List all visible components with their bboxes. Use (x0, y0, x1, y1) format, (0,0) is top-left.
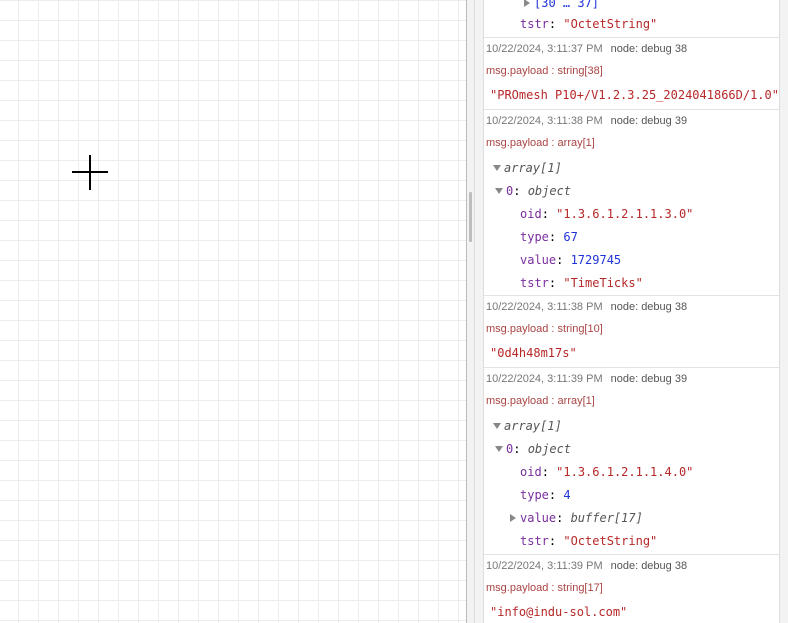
array-range-label: [30 … 37] (534, 0, 600, 10)
property-key: oid (520, 465, 542, 479)
collapsed-array-row[interactable]: [30 … 37] (524, 0, 599, 10)
property-row: type: 4 (520, 488, 571, 502)
debug-message: 10/22/2024, 3:11:39 PM node: debug 38 msg… (484, 555, 779, 623)
message-meta: 10/22/2024, 3:11:37 PM node: debug 38 (486, 43, 687, 55)
property-key: tstr (520, 276, 549, 290)
property-key: tstr (520, 17, 549, 31)
property-value: buffer[17] (570, 511, 643, 525)
property-row: type: 67 (520, 230, 578, 244)
collapsed-property-row[interactable]: value: buffer[17] (510, 511, 643, 525)
debug-message: 10/22/2024, 3:11:38 PM node: debug 38 msg… (484, 296, 779, 368)
collapse-caret-icon[interactable] (493, 164, 501, 171)
property-row: tstr: "OctetString" (520, 534, 658, 548)
message-topic: msg.payload : array[1] (486, 137, 595, 149)
property-key: tstr (520, 534, 549, 548)
property-value: 4 (563, 488, 571, 502)
array-type-label: array[1] (504, 161, 562, 175)
object-header-row[interactable]: 0: object (495, 184, 571, 198)
property-row: oid: "1.3.6.1.2.1.1.4.0" (520, 465, 694, 479)
property-row: oid: "1.3.6.1.2.1.1.3.0" (520, 207, 694, 221)
property-value: "OctetString" (563, 534, 658, 548)
property-value: "1.3.6.1.2.1.1.4.0" (556, 465, 694, 479)
property-value: 1729745 (570, 253, 622, 267)
message-topic: msg.payload : string[10] (486, 323, 603, 335)
property-value: "OctetString" (563, 17, 658, 31)
property-row: value: 1729745 (520, 253, 622, 267)
expand-caret-icon[interactable] (524, 0, 530, 7)
object-index: 0 (506, 442, 514, 456)
message-node-link[interactable]: node: debug 39 (611, 373, 687, 385)
property-value: "TimeTicks" (563, 276, 643, 290)
property-row: tstr: "TimeTicks" (520, 276, 643, 290)
message-string-value: "info@indu-sol.com" (490, 605, 628, 619)
object-index: 0 (506, 184, 514, 198)
debug-message: 10/22/2024, 3:11:37 PM node: debug 38 msg… (484, 38, 779, 110)
array-header-row[interactable]: array[1] (493, 419, 562, 433)
message-meta: 10/22/2024, 3:11:38 PM node: debug 39 (486, 115, 687, 127)
collapse-caret-icon[interactable] (493, 422, 501, 429)
crosshair-cursor-icon (72, 155, 108, 190)
collapse-caret-icon[interactable] (495, 445, 503, 452)
debug-message-list: [30 … 37] tstr: "OctetString" 10/22/2024… (483, 0, 780, 623)
property-key: type (520, 488, 549, 502)
message-node-link[interactable]: node: debug 39 (611, 115, 687, 127)
message-timestamp: 10/22/2024, 3:11:37 PM (486, 43, 603, 55)
message-timestamp: 10/22/2024, 3:11:39 PM (486, 373, 603, 385)
property-value: "1.3.6.1.2.1.1.3.0" (556, 207, 694, 221)
message-string-value: "0d4h48m17s" (490, 346, 577, 360)
debug-message: 10/22/2024, 3:11:39 PM node: debug 39 msg… (484, 368, 779, 555)
message-meta: 10/22/2024, 3:11:39 PM node: debug 39 (486, 373, 687, 385)
debug-message: 10/22/2024, 3:11:38 PM node: debug 39 msg… (484, 110, 779, 296)
message-node-link[interactable]: node: debug 38 (611, 560, 687, 572)
property-key: oid (520, 207, 542, 221)
property-key: value (520, 253, 557, 267)
splitter-grip-icon[interactable] (469, 192, 472, 242)
property-row: tstr: "OctetString" (520, 17, 658, 31)
property-key: value (520, 511, 557, 525)
property-value: 67 (563, 230, 578, 244)
message-meta: 10/22/2024, 3:11:38 PM node: debug 38 (486, 301, 687, 313)
debug-sidebar: [30 … 37] tstr: "OctetString" 10/22/2024… (475, 0, 788, 623)
flow-canvas[interactable] (0, 0, 466, 623)
message-meta: 10/22/2024, 3:11:39 PM node: debug 38 (486, 560, 687, 572)
property-key: type (520, 230, 549, 244)
message-timestamp: 10/22/2024, 3:11:39 PM (486, 560, 603, 572)
expand-caret-icon[interactable] (510, 513, 516, 522)
array-type-label: array[1] (504, 419, 562, 433)
debug-scrollbar[interactable] (780, 0, 788, 623)
message-topic: msg.payload : string[17] (486, 582, 603, 594)
sidebar-splitter[interactable] (466, 0, 475, 623)
message-topic: msg.payload : array[1] (486, 395, 595, 407)
object-header-row[interactable]: 0: object (495, 442, 571, 456)
array-header-row[interactable]: array[1] (493, 161, 562, 175)
message-topic: msg.payload : string[38] (486, 65, 603, 77)
object-type-label: object (527, 442, 572, 456)
message-timestamp: 10/22/2024, 3:11:38 PM (486, 115, 603, 127)
object-type-label: object (527, 184, 572, 198)
message-timestamp: 10/22/2024, 3:11:38 PM (486, 301, 603, 313)
message-node-link[interactable]: node: debug 38 (611, 43, 687, 55)
message-string-value: "PROmesh P10+/V1.2.3.25_2024041866D/1.0" (490, 88, 779, 102)
message-node-link[interactable]: node: debug 38 (611, 301, 687, 313)
debug-message: [30 … 37] tstr: "OctetString" (484, 0, 779, 38)
collapse-caret-icon[interactable] (495, 187, 503, 194)
